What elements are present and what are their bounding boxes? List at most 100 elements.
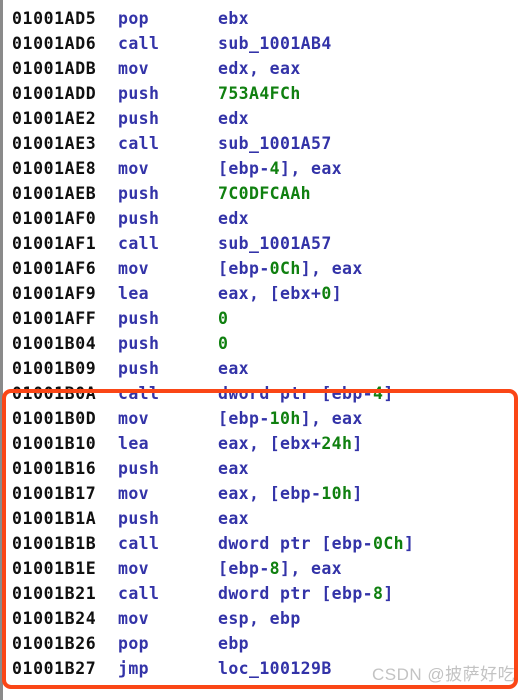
disassembly-row[interactable]: 01001B1E mov [ebp-8], eax — [0, 556, 529, 581]
instruction-operands[interactable]: sub_1001A57 — [218, 231, 332, 256]
instruction-operands[interactable]: 7C0DFCAAh — [218, 181, 311, 206]
instruction-operands[interactable]: dword ptr [ebp-4] — [218, 381, 394, 406]
instruction-mnemonic: push — [118, 309, 160, 328]
instruction-operands[interactable]: [ebp-8], eax — [218, 556, 342, 581]
operand-token-num: 10h — [321, 484, 353, 503]
instruction-mnemonic: push — [118, 109, 160, 128]
disassembly-listing[interactable]: 01001AD5 01001AD5 pop ebx 01001AD6 call sub_10… — [0, 0, 529, 700]
disassembly-screenshot: 01001AD5 01001AD5 pop ebx 01001AD6 call sub_10… — [0, 0, 529, 700]
instruction-address: 01001ADB — [12, 59, 97, 78]
instruction-address: 01001B1A — [12, 509, 97, 528]
instruction-operands[interactable]: eax — [218, 356, 249, 381]
disassembly-row[interactable]: 01001AD5 pop ebx — [0, 6, 529, 31]
instruction-operands[interactable]: eax — [218, 506, 249, 531]
operand-token-name: loc_100129B — [218, 659, 332, 678]
disassembly-row[interactable]: 01001B21 call dword ptr [ebp-8] — [0, 581, 529, 606]
instruction-address: 01001B16 — [12, 459, 97, 478]
disassembly-row[interactable]: 01001B1A push eax — [0, 506, 529, 531]
instruction-mnemonic: call — [118, 384, 160, 403]
instruction-operands[interactable]: eax, [ebp-10h] — [218, 481, 363, 506]
disassembly-row[interactable]: 01001AFF push 0 — [0, 306, 529, 331]
instruction-operands[interactable]: eax, [ebx+0] — [218, 281, 342, 306]
instruction-operands[interactable]: ebp — [218, 631, 249, 656]
operand-token-num: 8 — [269, 559, 281, 578]
instruction-operands[interactable]: esp, ebp — [218, 606, 301, 631]
instruction-mnemonic: mov — [118, 159, 150, 178]
operand-token-name: sub_1001AB4 — [218, 34, 332, 53]
operand-token-num: 10h — [269, 409, 301, 428]
instruction-operands[interactable]: sub_1001AB4 — [218, 31, 332, 56]
instruction-mnemonic: push — [118, 334, 160, 353]
instruction-address: 01001B24 — [12, 609, 97, 628]
instruction-operands[interactable]: 0 — [218, 331, 228, 356]
disassembly-row[interactable]: 01001B1B call dword ptr [ebp-0Ch] — [0, 531, 529, 556]
instruction-address: 01001B0A — [12, 384, 97, 403]
disassembly-row[interactable]: 01001B04 push 0 — [0, 331, 529, 356]
instruction-operands[interactable]: ebx — [218, 6, 249, 31]
operand-token-reg: eax — [218, 509, 250, 528]
instruction-mnemonic: push — [118, 509, 160, 528]
instruction-operands[interactable]: [ebp-10h], eax — [218, 406, 363, 431]
disassembly-row[interactable]: 01001B16 push eax — [0, 456, 529, 481]
instruction-operands[interactable]: 0 — [218, 306, 228, 331]
operand-token-num: 0 — [321, 284, 332, 303]
operand-token-name: sub_1001A57 — [218, 234, 332, 253]
instruction-operands[interactable]: edx, eax — [218, 56, 301, 81]
disassembly-row[interactable]: 01001ADD push 753A4FCh — [0, 81, 529, 106]
disassembly-row[interactable]: 01001B24 mov esp, ebp — [0, 606, 529, 631]
instruction-operands[interactable]: loc_100129B — [218, 656, 332, 681]
operand-token-num: 7C0DFCAAh — [218, 184, 312, 203]
instruction-mnemonic: push — [118, 359, 160, 378]
disassembly-row[interactable]: 01001AE3 call sub_1001A57 — [0, 131, 529, 156]
operand-token-reg: dword ptr [ebp- — [218, 584, 374, 603]
instruction-operands[interactable]: eax — [218, 456, 249, 481]
operand-token-reg: [ebp- — [218, 409, 270, 428]
disassembly-row[interactable]: 01001AEB push 7C0DFCAAh — [0, 181, 529, 206]
instruction-mnemonic: push — [118, 184, 160, 203]
instruction-address: 01001AD5 — [12, 9, 97, 28]
disassembly-row[interactable]: 01001B17 mov eax, [ebp-10h] — [0, 481, 529, 506]
csdn-watermark: CSDN @披萨好吃 — [372, 665, 516, 684]
disassembly-row[interactable]: 01001B0D mov [ebp-10h], eax — [0, 406, 529, 431]
operand-token-reg: edx, eax — [218, 59, 301, 78]
instruction-operands[interactable]: edx — [218, 106, 249, 131]
disassembly-row[interactable]: 01001AF6 mov [ebp-0Ch], eax — [0, 256, 529, 281]
disassembly-row[interactable]: 01001B26 pop ebp — [0, 631, 529, 656]
disassembly-row[interactable]: 01001AD6 call sub_1001AB4 — [0, 31, 529, 56]
instruction-operands[interactable]: edx — [218, 206, 249, 231]
instruction-operands[interactable]: dword ptr [ebp-0Ch] — [218, 531, 414, 556]
operand-token-num: 24h — [321, 434, 353, 453]
disassembly-row[interactable]: 01001B10 lea eax, [ebx+24h] — [0, 431, 529, 456]
operand-token-num: 0 — [218, 334, 229, 353]
instruction-operands[interactable]: [ebp-4], eax — [218, 156, 342, 181]
disassembly-row[interactable]: 01001AF1 call sub_1001A57 — [0, 231, 529, 256]
operand-token-reg: ], eax — [300, 259, 363, 278]
instruction-address: 01001AD6 — [12, 34, 97, 53]
operand-token-num: 4 — [269, 159, 281, 178]
instruction-address: 01001AF6 — [12, 259, 97, 278]
instruction-operands[interactable]: dword ptr [ebp-8] — [218, 581, 394, 606]
disassembly-row[interactable]: 01001AE8 mov [ebp-4], eax — [0, 156, 529, 181]
instruction-mnemonic: call — [118, 34, 160, 53]
disassembly-row[interactable]: 01001B09 push eax — [0, 356, 529, 381]
operand-token-num: 753A4FCh — [218, 84, 301, 103]
disassembly-row[interactable]: 01001AF9 lea eax, [ebx+0] — [0, 281, 529, 306]
disassembly-row[interactable]: 01001ADB mov edx, eax — [0, 56, 529, 81]
instruction-operands[interactable]: eax, [ebx+24h] — [218, 431, 363, 456]
instruction-operands[interactable]: [ebp-0Ch], eax — [218, 256, 363, 281]
disassembly-row[interactable]: 01001AE2 push edx — [0, 106, 529, 131]
instruction-address: 01001AF0 — [12, 209, 97, 228]
operand-token-reg: ebp — [218, 634, 250, 653]
operand-token-num: 8 — [373, 584, 384, 603]
instruction-address: 01001B21 — [12, 584, 97, 603]
disassembly-row[interactable]: 01001AF0 push edx — [0, 206, 529, 231]
operand-token-reg: esp, ebp — [218, 609, 301, 628]
disassembly-row[interactable]: 01001B0A call dword ptr [ebp-4] — [0, 381, 529, 406]
instruction-address: 01001AE8 — [12, 159, 97, 178]
instruction-operands[interactable]: 753A4FCh — [218, 81, 301, 106]
instruction-address: 01001B17 — [12, 484, 97, 503]
instruction-operands[interactable]: sub_1001A57 — [218, 131, 332, 156]
operand-token-reg: eax, [ebp- — [218, 484, 322, 503]
operand-token-reg: ] — [352, 484, 363, 503]
operand-token-num: 0Ch — [373, 534, 405, 553]
